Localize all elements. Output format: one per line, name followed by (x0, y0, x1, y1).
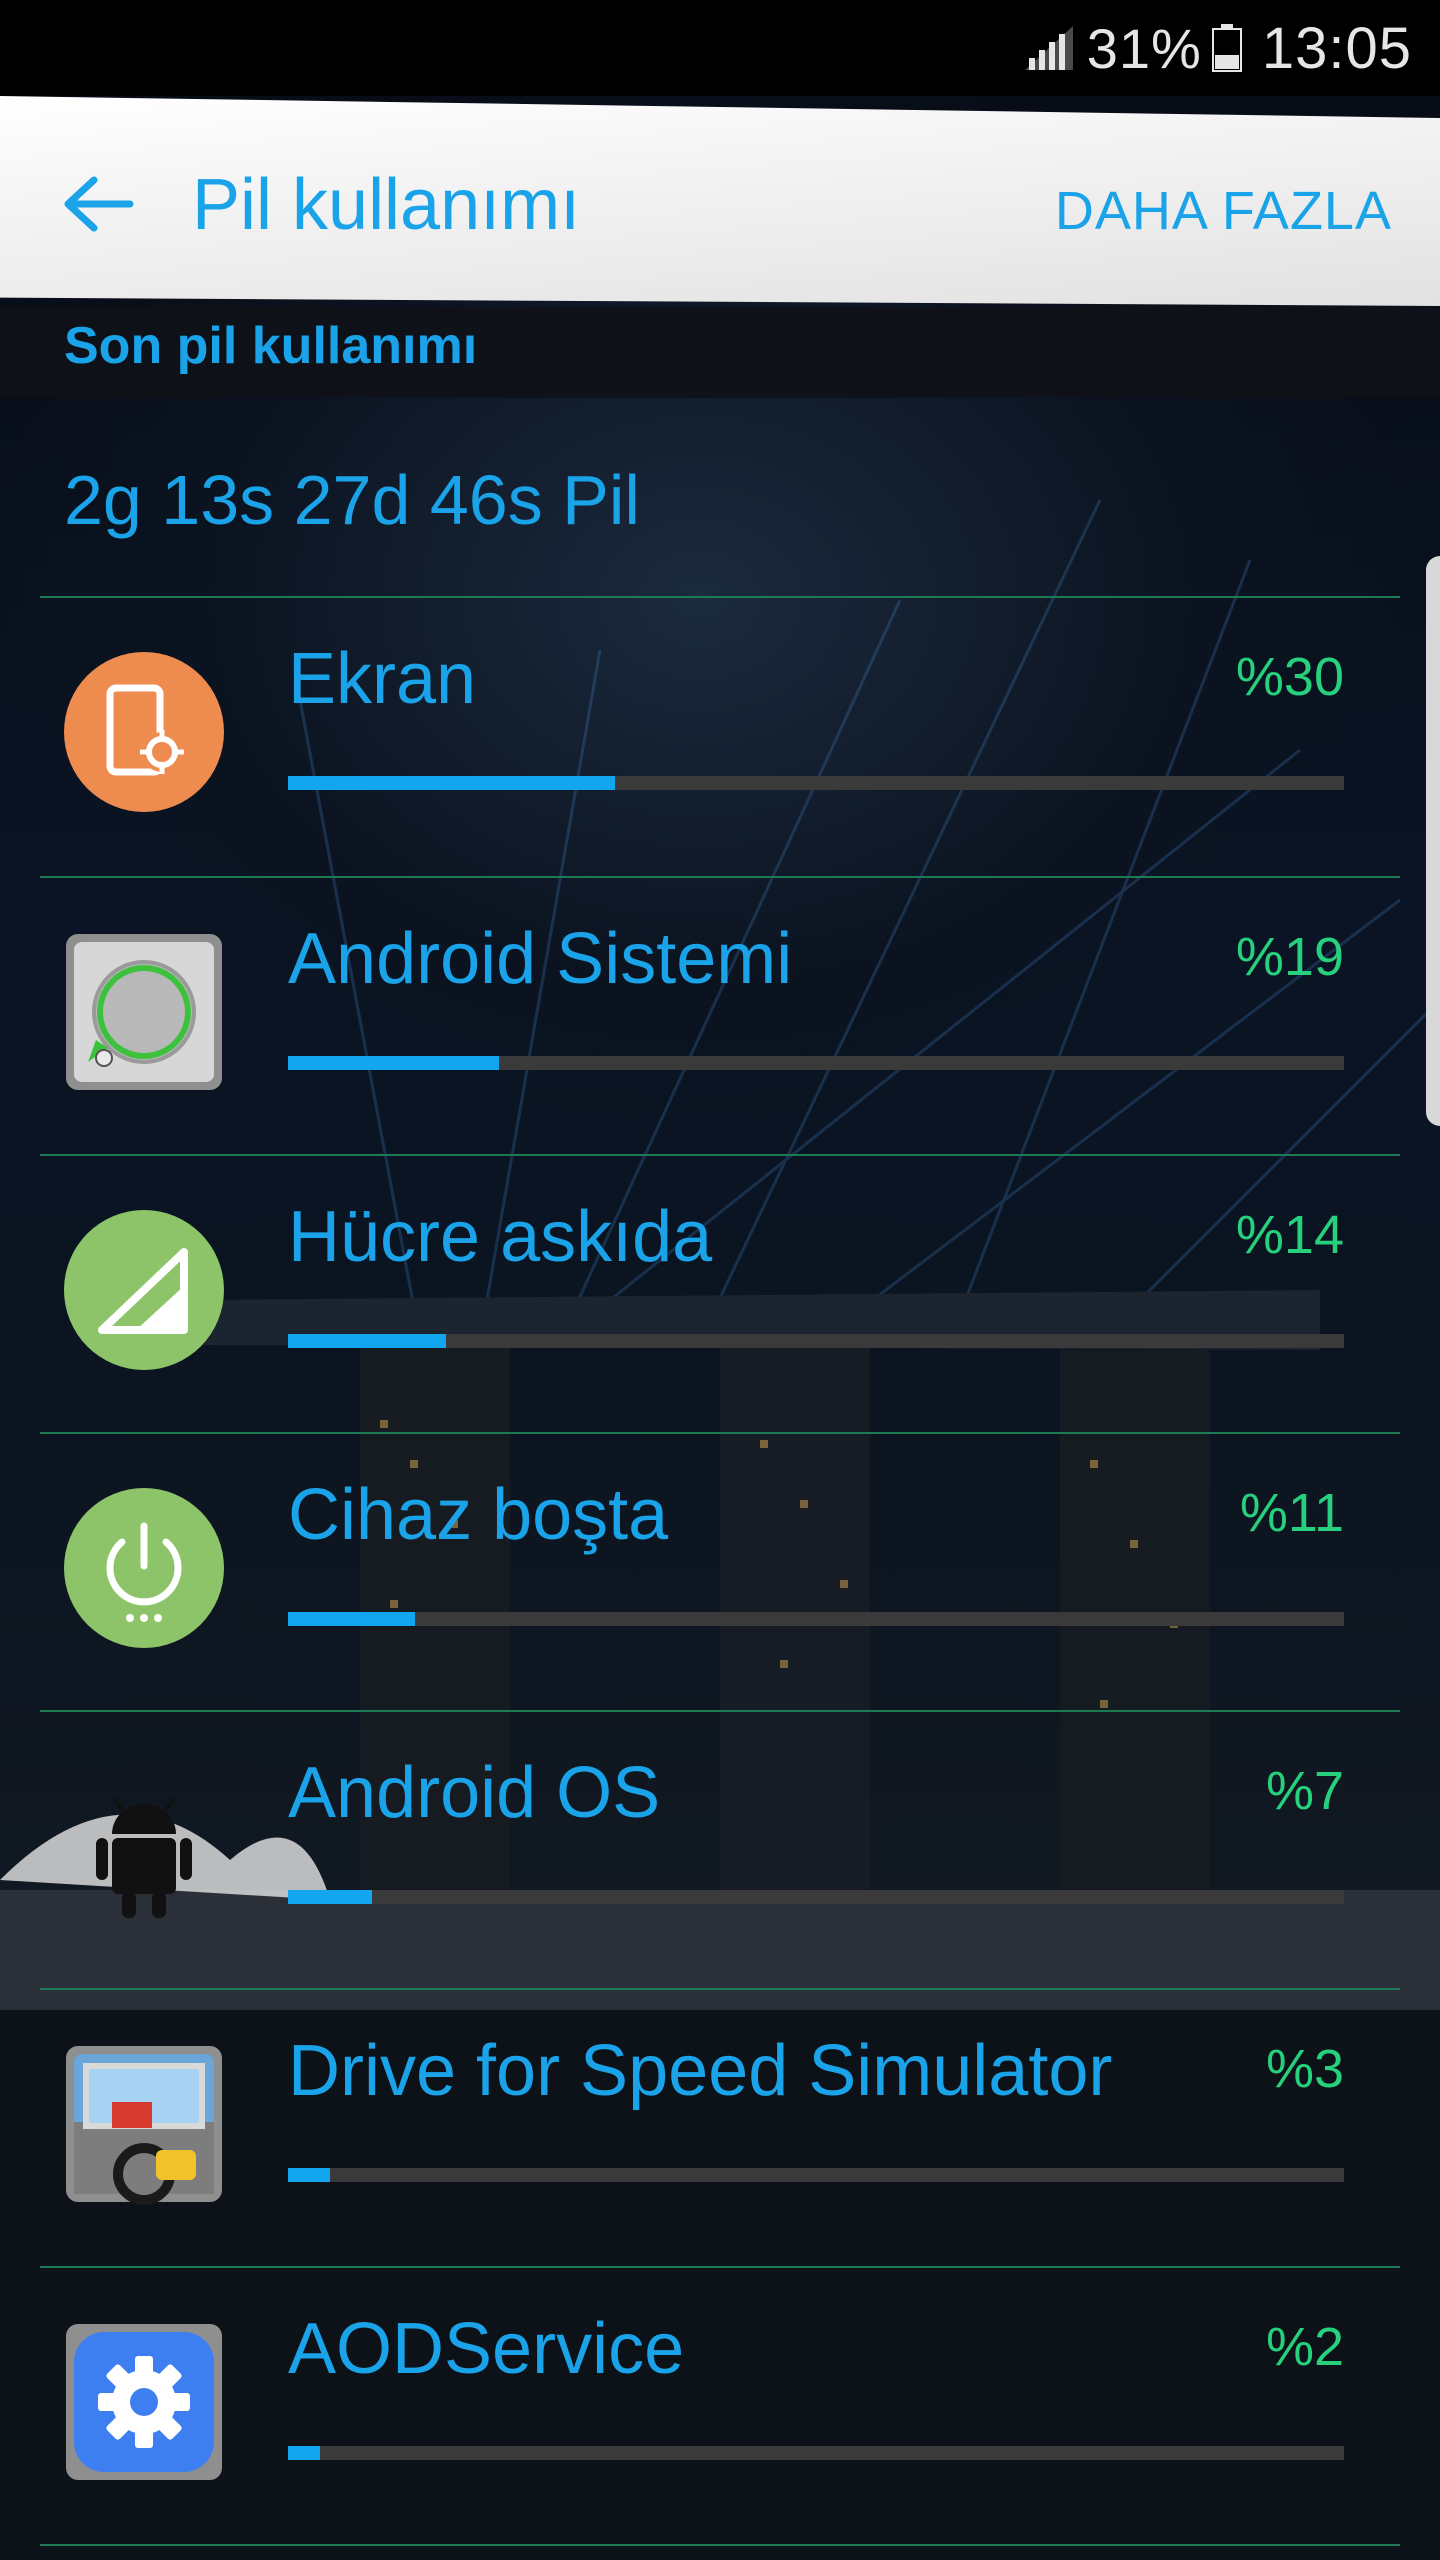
app-name: Drive for Speed Simulator (288, 2031, 1113, 2111)
usage-bar (288, 1890, 1344, 1904)
usage-row-drive-for-speed-simulator[interactable]: Drive for Speed Simulator %3 (0, 1990, 1440, 2268)
status-bar: 31% 13:05 (0, 0, 1440, 96)
cell-signal-icon (64, 1210, 224, 1370)
app-name: AODService (288, 2309, 685, 2389)
app-name: Hücre askıda (288, 1197, 713, 1277)
power-idle-icon (64, 1488, 224, 1648)
app-name: Android Sistemi (288, 919, 793, 999)
screen-settings-icon (64, 652, 224, 812)
battery-percent: 31% (1086, 16, 1202, 80)
clock: 13:05 (1261, 15, 1412, 81)
app-name: Cihaz boşta (288, 1475, 669, 1555)
usage-bar (288, 1056, 1344, 1070)
page-title: Pil kullanımı (192, 165, 581, 245)
section-header-label: Son pil kullanımı (64, 317, 478, 375)
usage-bar (288, 2168, 1344, 2182)
usage-bar-fill (288, 776, 616, 790)
usage-percent: %11 (1239, 1483, 1344, 1543)
usage-percent: %19 (1235, 927, 1344, 987)
usage-bar-fill (288, 2446, 320, 2460)
usage-percent: %2 (1265, 2317, 1344, 2377)
app-name: Ekran (288, 639, 477, 719)
usage-row-android-os[interactable]: Android OS %7 (0, 1712, 1440, 1990)
usage-percent: %14 (1235, 1205, 1344, 1265)
battery-icon (1211, 24, 1242, 72)
usage-row-cihaz-bosta[interactable]: Cihaz boşta %11 (0, 1434, 1440, 1712)
usage-bar (288, 1612, 1344, 1626)
usage-bar-fill (288, 1612, 415, 1626)
divider (40, 2544, 1400, 2546)
usage-row-android-sistemi[interactable]: Android Sistemi %19 (0, 878, 1440, 1156)
usage-bar-fill (288, 2168, 331, 2182)
car-game-icon (66, 2046, 222, 2205)
usage-row-hucre-askida[interactable]: Hücre askıda %14 (0, 1156, 1440, 1434)
battery-duration-summary: 2g 13s 27d 46s Pil (64, 461, 640, 539)
section-header: Son pil kullanımı (0, 306, 1440, 398)
usage-row-aodservice[interactable]: AODService %2 (0, 2268, 1440, 2546)
usage-bar-fill (288, 1334, 447, 1348)
app-bar: Pil kullanımı DAHA FAZLA (0, 96, 1440, 306)
usage-bar (288, 1334, 1344, 1348)
usage-bar-fill (288, 1890, 373, 1904)
gear-icon (66, 2324, 222, 2480)
usage-percent: %7 (1265, 1761, 1344, 1821)
usage-bar-fill (288, 1056, 500, 1070)
more-button[interactable]: DAHA FAZLA (1055, 180, 1392, 242)
android-robot-icon (96, 1796, 192, 1918)
usage-row-ekran[interactable]: Ekran %30 (0, 598, 1440, 876)
usage-bar (288, 2446, 1344, 2460)
usage-bar (288, 776, 1344, 790)
arrow-left-icon[interactable] (60, 174, 136, 234)
app-name: Android OS (288, 1753, 661, 1833)
usage-percent: %30 (1235, 647, 1344, 707)
usage-percent: %3 (1265, 2039, 1344, 2099)
android-system-icon (66, 934, 222, 1090)
signal-bars-icon (1024, 26, 1073, 70)
